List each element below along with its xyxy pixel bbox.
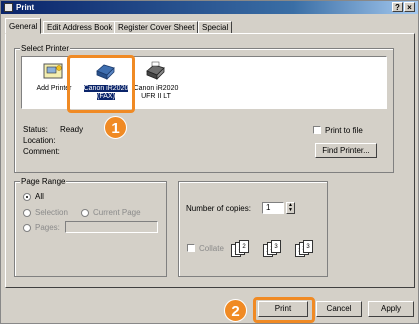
step2-highlight-frame [253,297,315,323]
collate-page: 2 [239,240,249,253]
copies-input[interactable]: 1 [262,202,284,214]
title-bar: Print ? × [1,1,418,14]
copies-group: Number of copies: 1 ▲▼ Collate 1 1 2 2 2… [178,181,328,277]
range-pages-label: Pages: [35,223,60,232]
step2-badge: 2 [224,299,247,322]
range-pages-radio[interactable] [23,224,31,232]
range-current-page-radio[interactable] [81,209,89,217]
print-dialog: Print ? × General Edit Address Book Regi… [0,0,419,324]
cancel-button[interactable]: Cancel [316,301,362,317]
collate-page: 3 [271,240,281,253]
page-range-label: Page Range [20,177,67,186]
close-button[interactable]: × [404,2,415,12]
step1-badge: 1 [104,116,127,139]
range-selection-label: Selection [35,208,68,217]
add-printer-icon [43,63,63,79]
printer-sublabel: UFR II LT [141,93,171,100]
range-current-page-label: Current Page [93,208,141,217]
copies-label: Number of copies: [186,204,251,213]
printer-label: Canon iR2020 [133,85,179,92]
print-to-file-label: Print to file [325,126,363,135]
help-button[interactable]: ? [392,2,403,12]
tab-general[interactable]: General [5,18,42,34]
range-all-radio[interactable] [23,193,31,201]
printer-icon [146,61,165,80]
status-label: Status: [23,125,48,134]
print-app-icon [4,3,13,12]
range-all-label: All [35,192,44,201]
window-title: Print [16,3,35,12]
range-selection-radio[interactable] [23,209,31,217]
find-printer-button[interactable]: Find Printer... [315,143,377,158]
comment-row: Comment: [23,147,60,156]
copies-spinner[interactable]: ▲ ▼ [286,202,295,214]
pages-input[interactable] [65,221,158,233]
status-row: Status: Ready [23,125,83,134]
page-range-group: Page Range All Selection Current Page Pa… [14,177,167,277]
spinner-down-icon[interactable]: ▼ [288,207,293,213]
printer-item-canon-ufr[interactable]: Canon iR2020 UFR II LT [130,59,182,107]
collate-illustration: 1 1 2 2 2 3 3 3 3 [231,240,323,264]
step1-highlight-frame [67,55,135,113]
comment-label: Comment: [23,147,60,156]
apply-button[interactable]: Apply [368,301,414,317]
status-value: Ready [60,125,84,134]
select-printer-label: Select Printer [20,44,71,53]
location-row: Location: [23,136,55,145]
collate-label: Collate [199,244,224,253]
collate-page: 3 [303,240,313,253]
location-label: Location: [23,136,56,145]
collate-checkbox[interactable] [187,244,195,252]
print-to-file-checkbox[interactable] [313,126,321,134]
